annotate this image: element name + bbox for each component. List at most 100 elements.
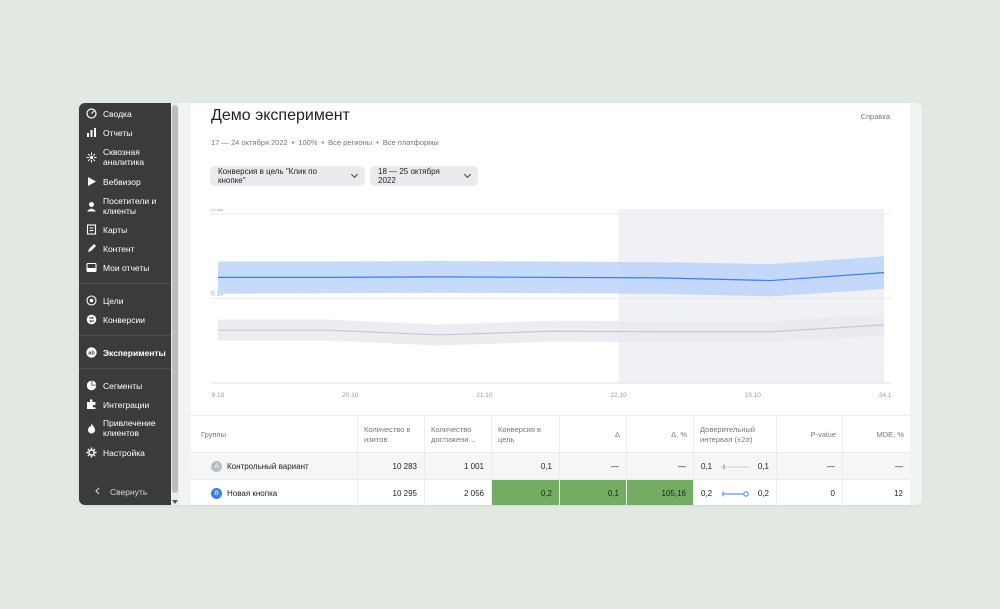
play-icon bbox=[86, 176, 97, 187]
sidebar-item-label: Контент bbox=[103, 243, 135, 254]
scrollbar-thumb[interactable] bbox=[172, 105, 178, 493]
sidebar-item-my-reports[interactable]: Мои отчеты bbox=[86, 262, 170, 273]
table-row[interactable]: A Контрольный вариант 10 283 1 001 0,1 —… bbox=[191, 453, 910, 480]
x-tick-label: 21.10 bbox=[476, 392, 493, 399]
sidebar-item-analytics[interactable]: Сквозная аналитика bbox=[86, 147, 170, 167]
connections-icon bbox=[86, 152, 97, 163]
map-icon bbox=[86, 224, 97, 235]
highlight-region bbox=[618, 209, 884, 383]
table-header: Группы Количество в изитов Количество до… bbox=[191, 415, 910, 454]
chevron-left-icon bbox=[94, 487, 100, 497]
target-icon bbox=[86, 295, 97, 306]
mde-cell: 12 bbox=[842, 480, 910, 505]
mde-cell: — bbox=[842, 453, 910, 480]
confidence-interval-cell: 0,1 0,1 bbox=[693, 453, 776, 480]
experiment-meta: 17 — 24 октября 2022 • 100% • Все регионы • Вс… bbox=[211, 138, 439, 147]
sidebar-divider bbox=[79, 335, 171, 336]
scroll-down-arrow-icon[interactable] bbox=[172, 500, 178, 504]
pencil-icon bbox=[86, 243, 97, 254]
ci-bar bbox=[721, 464, 749, 469]
svg-text:ab: ab bbox=[88, 351, 95, 357]
main-area: Демо эксперимент Справка 17 — 24 октября… bbox=[179, 103, 922, 505]
x-tick-label: 19.10 bbox=[211, 392, 225, 399]
goal-select[interactable]: Конверсия в цель "Клик по кнопке" bbox=[210, 166, 365, 186]
delta-cell: 0,1 bbox=[559, 480, 626, 505]
sidebar-item-content[interactable]: Контент bbox=[86, 243, 170, 254]
variant-badge: B bbox=[211, 488, 222, 499]
sidebar-divider bbox=[79, 368, 171, 369]
sidebar-item-goals[interactable]: Цели bbox=[86, 295, 170, 306]
sidebar-item-label: Настройка bbox=[103, 447, 145, 458]
sidebar-item-reports[interactable]: Отчеты bbox=[86, 127, 170, 138]
app-window: Сводка Отчеты Сквозная аналитика Вебвизо… bbox=[79, 103, 922, 505]
col-header-visits[interactable]: Количество в изитов bbox=[357, 416, 424, 454]
x-tick-label: 24.10 bbox=[879, 392, 891, 399]
conversion-cell: 0,1 bbox=[491, 453, 559, 480]
sidebar: Сводка Отчеты Сквозная аналитика Вебвизо… bbox=[79, 103, 171, 505]
sidebar-item-settings[interactable]: Настройка bbox=[86, 447, 170, 458]
sidebar-item-label: Сегменты bbox=[103, 380, 143, 391]
confidence-interval-cell: 0,2 0,2 bbox=[693, 480, 776, 505]
goal-select-value: Конверсия в цель "Клик по кнопке" bbox=[218, 167, 317, 185]
chevron-down-icon bbox=[350, 170, 359, 179]
ab-icon: ab bbox=[86, 347, 97, 358]
sidebar-item-summary[interactable]: Сводка bbox=[86, 108, 170, 119]
page-title: Демо эксперимент bbox=[211, 107, 350, 124]
col-header-conversion[interactable]: Конверсия в цель bbox=[491, 416, 559, 454]
x-tick-label: 23.10 bbox=[745, 392, 762, 399]
group-cell: B Новая кнопка bbox=[191, 480, 357, 505]
sidebar-item-conversions[interactable]: Конверсии bbox=[86, 314, 170, 325]
sidebar-item-label: Отчеты bbox=[103, 127, 133, 138]
sidebar-item-label: Конверсии bbox=[103, 314, 145, 325]
sidebar-item-integrations[interactable]: Интеграции bbox=[86, 399, 170, 410]
pvalue-cell: 0 bbox=[776, 480, 842, 505]
sidebar-item-maps[interactable]: Карты bbox=[86, 224, 170, 235]
sidebar-item-visitors[interactable]: Посетители и клиенты bbox=[86, 196, 170, 216]
sidebar-item-experiments[interactable]: ab Эксперименты bbox=[86, 347, 170, 358]
sidebar-item-segments[interactable]: Сегменты bbox=[86, 380, 170, 391]
delta-pct-cell: — bbox=[626, 453, 693, 480]
goals-cell: 2 056 bbox=[424, 480, 491, 505]
delta-pct-cell: 105,16 bbox=[626, 480, 693, 505]
sidebar-item-label: Эксперименты bbox=[103, 347, 166, 358]
col-header-pvalue[interactable]: P-value bbox=[776, 416, 842, 454]
sidebar-item-label: Сквозная аналитика bbox=[103, 147, 145, 167]
sidebar-scrollbar[interactable] bbox=[171, 103, 179, 505]
group-name: Контрольный вариант bbox=[227, 462, 309, 471]
ci-bar bbox=[722, 490, 749, 497]
sidebar-item-webvisor[interactable]: Вебвизор bbox=[86, 176, 170, 187]
col-header-mde[interactable]: MDE, % bbox=[842, 416, 910, 454]
variant-badge: A bbox=[211, 461, 222, 472]
collapse-label: Свернуть bbox=[110, 487, 148, 497]
group-cell: A Контрольный вариант bbox=[191, 453, 357, 480]
col-header-confidence-interval[interactable]: Доверительный интервал (±2σ) bbox=[693, 416, 776, 454]
col-header-delta-pct[interactable]: Δ, % bbox=[626, 416, 693, 454]
col-header-groups[interactable]: Группы bbox=[191, 416, 357, 454]
ci-high: 0,2 bbox=[757, 489, 769, 498]
sidebar-item-label: Посетители и клиенты bbox=[103, 196, 157, 216]
gear-icon bbox=[86, 447, 97, 458]
col-header-delta[interactable]: Δ bbox=[559, 416, 626, 454]
x-tick-label: 22.10 bbox=[610, 392, 627, 399]
period-select[interactable]: 18 — 25 октября 2022 bbox=[370, 166, 478, 186]
group-name: Новая кнопка bbox=[227, 489, 278, 498]
col-header-goals[interactable]: Количество достижени… bbox=[424, 416, 491, 454]
help-link[interactable]: Справка bbox=[861, 112, 890, 121]
conversion-chart[interactable]: 0.320.1619.1020.1021.1022.1023.1024.10 bbox=[211, 209, 891, 409]
sidebar-item-label: Сводка bbox=[103, 108, 132, 119]
person-icon bbox=[86, 201, 97, 212]
meta-regions: Все регионы bbox=[328, 138, 373, 147]
ci-low: 0,2 bbox=[701, 489, 713, 498]
sidebar-item-label: Вебвизор bbox=[103, 176, 141, 187]
sidebar-item-acquisition[interactable]: Привлечение клиентов bbox=[86, 418, 170, 438]
table-row[interactable]: B Новая кнопка 10 295 2 056 0,2 0,1 105,… bbox=[191, 480, 910, 505]
meta-platforms: Все платформы bbox=[382, 138, 439, 147]
puzzle-icon bbox=[86, 399, 97, 410]
visits-cell: 10 283 bbox=[357, 453, 424, 480]
pie-icon bbox=[86, 380, 97, 391]
chevron-down-icon bbox=[463, 170, 472, 179]
collapse-button[interactable]: Свернуть bbox=[94, 487, 147, 497]
conversion-icon bbox=[86, 314, 97, 325]
sidebar-divider bbox=[79, 283, 171, 284]
sidebar-item-label: Привлечение клиентов bbox=[103, 418, 156, 438]
